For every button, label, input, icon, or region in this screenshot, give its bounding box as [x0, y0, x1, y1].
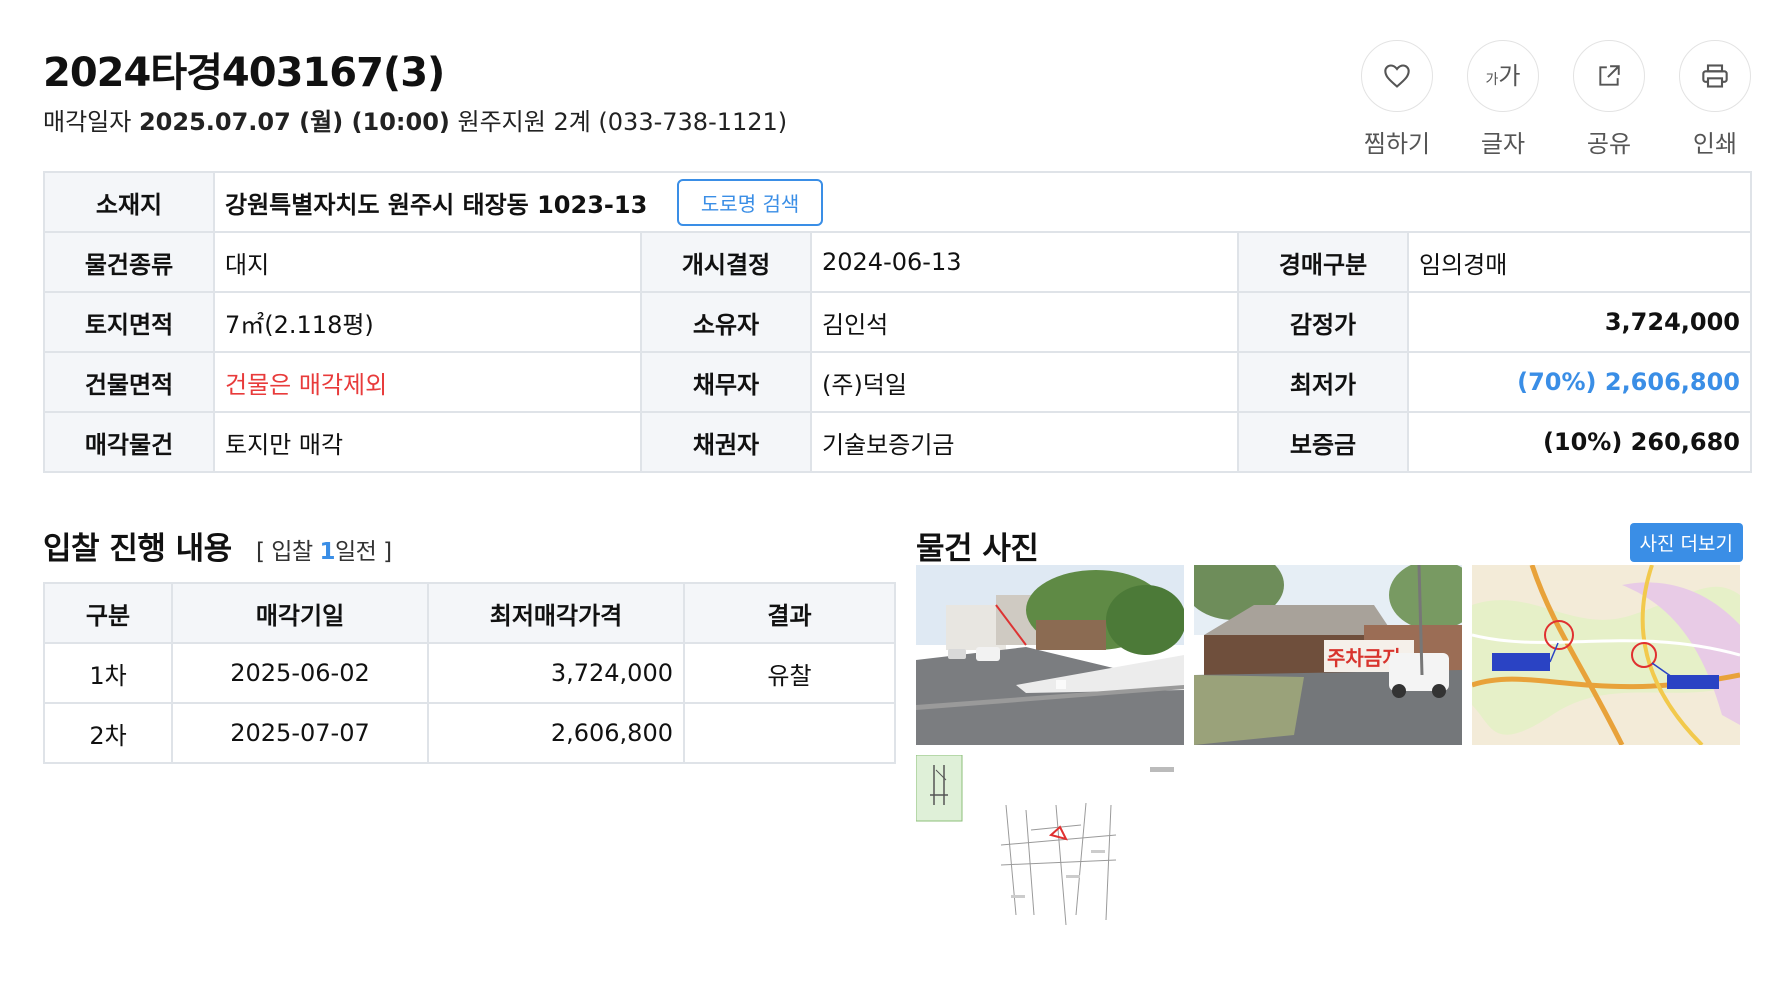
- date-cell: 2025-07-07: [171, 702, 429, 764]
- minimum-price-label: 최저가: [1237, 351, 1409, 413]
- share-button[interactable]: 공유: [1571, 40, 1647, 159]
- print-button[interactable]: 인쇄: [1677, 40, 1753, 159]
- property-photo[interactable]: 주차금지: [1194, 565, 1462, 745]
- sale-date-label: 매각일자: [43, 108, 132, 136]
- owner-label: 소유자: [640, 291, 812, 353]
- creditor-label: 채권자: [640, 411, 812, 473]
- price-cell: 2,606,800: [427, 702, 685, 764]
- debtor-value: (주)덕일: [810, 351, 1239, 413]
- sale-info: 매각일자 2025.07.07 (월) (10:00) 원주지원 2계 (033…: [43, 102, 787, 137]
- col-min-price: 최저매각가격: [427, 582, 685, 644]
- font-size-icon: 가가: [1486, 64, 1521, 88]
- bid-days-left: [ 입찰 1일전 ]: [256, 539, 392, 565]
- commencement-value: 2024-06-13: [810, 231, 1239, 293]
- bid-table: 구분 매각기일 최저매각가격 결과 1차 2025-06-02 3,724,00…: [43, 582, 896, 764]
- more-photos-button[interactable]: 사진 더보기: [1629, 523, 1743, 562]
- land-area-value: 7㎡(2.118평): [213, 291, 642, 353]
- round-cell: 1차: [43, 642, 173, 704]
- building-area-value: 건물은 매각제외: [213, 351, 642, 413]
- heart-icon: [1384, 64, 1410, 88]
- bid-title-text: 입찰 진행 내용: [43, 531, 232, 567]
- bid-table-header: 구분 매각기일 최저매각가격 결과: [43, 582, 896, 644]
- favorite-label: 찜하기: [1363, 130, 1431, 158]
- table-row: 1차 2025-06-02 3,724,000 유찰: [43, 642, 896, 704]
- bid-section-title: 입찰 진행 내용 [ 입찰 1일전 ]: [43, 523, 896, 568]
- sale-item-label: 매각물건: [43, 411, 215, 473]
- favorite-circle[interactable]: [1361, 40, 1433, 112]
- print-icon: [1702, 64, 1728, 88]
- bid-progress-section: 입찰 진행 내용 [ 입찰 1일전 ] 구분 매각기일 최저매각가격 결과 1차…: [43, 523, 896, 764]
- road-search-button[interactable]: 도로명 검색: [676, 178, 824, 226]
- date-cell: 2025-06-02: [171, 642, 429, 704]
- font-size-circle[interactable]: 가가: [1467, 40, 1539, 112]
- auction-type-value: 임의경매: [1407, 231, 1752, 293]
- action-toolbar: 찜하기 가가 글자 공유 인쇄: [1359, 40, 1753, 159]
- bid-days-suffix: 일전 ]: [334, 539, 392, 565]
- font-size-large-glyph: 가: [1498, 62, 1521, 90]
- round-cell: 2차: [43, 702, 173, 764]
- land-area-label: 토지면적: [43, 291, 215, 353]
- photo-section: 물건 사진 사진 더보기 주차금지: [916, 523, 1743, 935]
- info-row: 건물면적 건물은 매각제외 채무자 (주)덕일 최저가 (70%) 2,606,…: [43, 351, 1752, 413]
- font-size-label: 글자: [1480, 130, 1526, 158]
- photo-section-title: 물건 사진: [916, 531, 1039, 567]
- location-map[interactable]: [1472, 565, 1740, 745]
- sale-date: 2025.07.07 (월) (10:00): [138, 108, 450, 136]
- print-label: 인쇄: [1692, 130, 1738, 158]
- property-type-label: 물건종류: [43, 231, 215, 293]
- case-number: 2024타경403167(3): [43, 50, 445, 96]
- favorite-button[interactable]: 찜하기: [1359, 40, 1435, 159]
- owner-value: 김인석: [810, 291, 1239, 353]
- location-address: 강원특별자치도 원주시 태장동 1023-13: [225, 190, 648, 219]
- share-icon: [1599, 65, 1620, 86]
- print-circle[interactable]: [1679, 40, 1751, 112]
- court-info: 원주지원 2계 (033-738-1121): [457, 108, 788, 136]
- result-cell: [683, 702, 896, 764]
- deposit-value: (10%) 260,680: [1407, 411, 1752, 473]
- street-photo[interactable]: [916, 565, 1184, 745]
- bid-days-number: 1: [319, 539, 335, 565]
- font-size-button[interactable]: 가가 글자: [1465, 40, 1541, 159]
- debtor-label: 채무자: [640, 351, 812, 413]
- location-label: 소재지: [43, 171, 215, 233]
- info-row: 물건종류 대지 개시결정 2024-06-13 경매구분 임의경매: [43, 231, 1752, 293]
- deposit-label: 보증금: [1237, 411, 1409, 473]
- share-label: 공유: [1586, 130, 1632, 158]
- table-row: 2차 2025-07-07 2,606,800: [43, 702, 896, 764]
- appraisal-value: 3,724,000: [1407, 291, 1752, 353]
- font-size-small-glyph: 가: [1485, 72, 1499, 88]
- info-row: 매각물건 토지만 매각 채권자 기술보증기금 보증금 (10%) 260,680: [43, 411, 1752, 473]
- col-result: 결과: [683, 582, 896, 644]
- col-round: 구분: [43, 582, 173, 644]
- appraisal-label: 감정가: [1237, 291, 1409, 353]
- location-cell: 강원특별자치도 원주시 태장동 1023-13 도로명 검색: [213, 171, 1752, 233]
- col-sale-date: 매각기일: [171, 582, 429, 644]
- sale-item-value: 토지만 매각: [213, 411, 642, 473]
- share-circle[interactable]: [1573, 40, 1645, 112]
- case-header: 2024타경403167(3) 매각일자 2025.07.07 (월) (10:…: [43, 40, 1753, 160]
- info-row: 토지면적 7㎡(2.118평) 소유자 김인석 감정가 3,724,000: [43, 291, 1752, 353]
- commencement-label: 개시결정: [640, 231, 812, 293]
- property-info-table: 소재지 강원특별자치도 원주시 태장동 1023-13 도로명 검색 물건종류 …: [43, 171, 1752, 473]
- price-cell: 3,724,000: [427, 642, 685, 704]
- bid-days-prefix: [ 입찰: [256, 539, 313, 565]
- building-area-label: 건물면적: [43, 351, 215, 413]
- location-row: 소재지 강원특별자치도 원주시 태장동 1023-13 도로명 검색: [43, 171, 1752, 233]
- property-type-value: 대지: [213, 231, 642, 293]
- creditor-value: 기술보증기금: [810, 411, 1239, 473]
- auction-type-label: 경매구분: [1237, 231, 1409, 293]
- result-cell: 유찰: [683, 642, 896, 704]
- minimum-price-value: (70%) 2,606,800: [1407, 351, 1752, 413]
- cadastral-map[interactable]: [916, 755, 1184, 935]
